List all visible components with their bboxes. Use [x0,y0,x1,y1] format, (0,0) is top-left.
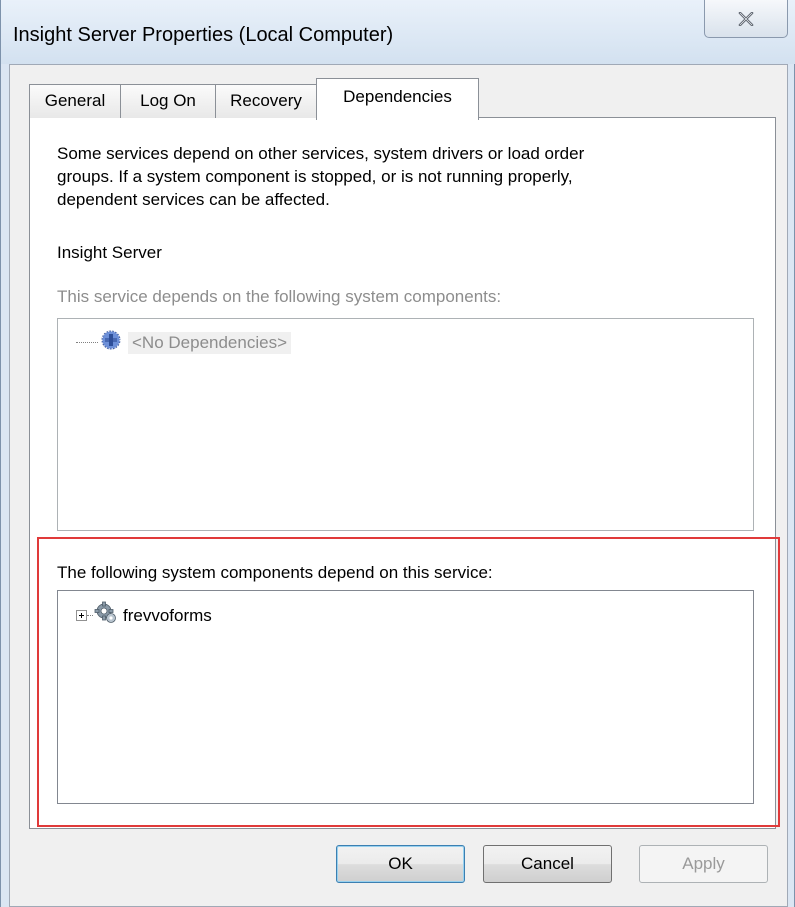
tree-item-no-dependencies: <No Dependencies> [76,329,292,356]
dependencies-description: Some services depend on other services, … [57,142,737,211]
description-line: dependent services can be affected. [57,190,330,209]
apply-button[interactable]: Apply [639,845,768,883]
tab-recovery[interactable]: Recovery [215,84,317,118]
description-line: groups. If a system component is stopped… [57,167,573,186]
dependents-label: The following system components depend o… [57,563,493,582]
tab-general[interactable]: General [29,84,121,118]
expand-plus-icon[interactable] [76,610,87,621]
tree-connector [76,342,98,343]
ok-button[interactable]: OK [336,845,465,883]
service-group-icon [100,329,122,356]
tree-connector [87,615,93,616]
service-name: Insight Server [57,243,162,262]
cancel-button[interactable]: Cancel [483,845,612,883]
depends-on-tree[interactable]: <No Dependencies> [57,318,754,531]
close-button[interactable] [704,0,788,38]
dependents-tree[interactable]: frevvoforms [57,590,754,804]
gear-service-icon [94,601,118,630]
tree-item-label: frevvoforms [123,605,212,625]
properties-dialog: Insight Server Properties (Local Compute… [0,0,795,907]
window-title: Insight Server Properties (Local Compute… [13,24,394,46]
description-line: Some services depend on other services, … [57,144,585,163]
tree-item-frevvoforms[interactable]: frevvoforms [76,601,212,630]
tab-log-on[interactable]: Log On [120,84,216,118]
title-bar[interactable]: Insight Server Properties (Local Compute… [1,0,795,64]
depends-on-label: This service depends on the following sy… [57,287,502,306]
close-x-icon [738,11,754,26]
tree-item-label: <No Dependencies> [128,331,292,354]
tab-dependencies[interactable]: Dependencies [316,78,479,120]
